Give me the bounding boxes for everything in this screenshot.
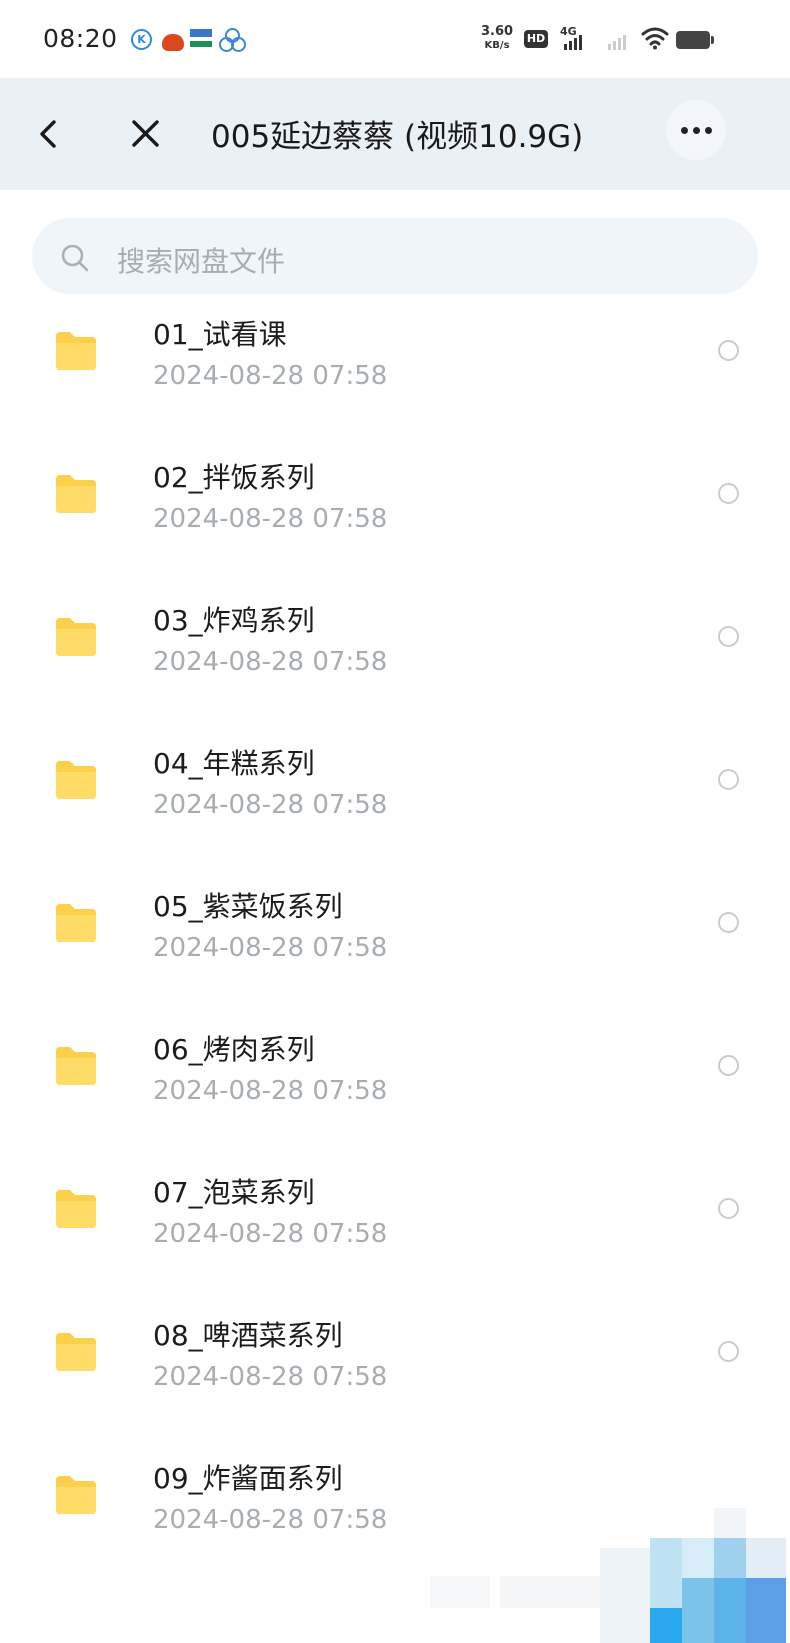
back-button[interactable] (28, 108, 76, 160)
file-date: 2024-08-28 07:58 (153, 647, 388, 677)
rings-app-icon (219, 28, 246, 52)
file-name: 02_拌饭系列 (153, 461, 315, 494)
battery-icon (676, 31, 714, 49)
folder-icon (56, 1190, 96, 1228)
search-placeholder: 搜索网盘文件 (117, 245, 286, 278)
cell-signal-icon (564, 32, 582, 50)
select-radio[interactable] (718, 769, 739, 790)
network-speed-value: 3.60 (481, 24, 514, 39)
file-name: 03_炸鸡系列 (153, 604, 315, 637)
file-name: 07_泡菜系列 (153, 1176, 315, 1209)
network-speed: 3.60 KB/s (481, 25, 513, 53)
wifi-icon (641, 27, 669, 50)
hd-voice-icon: HD (524, 30, 548, 48)
file-name: 05_紫菜饭系列 (153, 890, 343, 923)
chevron-left-icon (40, 120, 56, 148)
title-bar: 005延边蔡蔡 (视频10.9G) (0, 78, 790, 190)
select-radio[interactable] (718, 340, 739, 361)
list-item[interactable]: 03_炸鸡系列 2024-08-28 07:58 (0, 586, 790, 736)
folder-icon (56, 904, 96, 942)
select-radio[interactable] (718, 626, 739, 647)
cooking-pot-icon (162, 34, 184, 51)
status-time: 08:20 (43, 24, 118, 53)
file-name: 01_试看课 (153, 318, 287, 351)
list-item[interactable]: 04_年糕系列 2024-08-28 07:58 (0, 729, 790, 879)
status-bar: 08:20 K 3.60 KB/s HD 4G (0, 0, 790, 78)
network-speed-unit: KB/s (484, 40, 510, 51)
more-options-button[interactable] (666, 100, 726, 160)
search-icon (61, 244, 89, 272)
page-title: 005延边蔡蔡 (视频10.9G) (211, 119, 584, 155)
list-item[interactable]: 08_啤酒菜系列 2024-08-28 07:58 (0, 1301, 790, 1451)
file-name: 08_啤酒菜系列 (153, 1319, 343, 1352)
folder-icon (56, 332, 96, 370)
file-date: 2024-08-28 07:58 (153, 933, 388, 963)
folder-icon (56, 761, 96, 799)
file-name: 06_烤肉系列 (153, 1033, 315, 1066)
list-item[interactable]: 07_泡菜系列 2024-08-28 07:58 (0, 1158, 790, 1308)
folder-icon (56, 1476, 96, 1514)
select-radio[interactable] (718, 1198, 739, 1219)
select-radio[interactable] (718, 483, 739, 504)
k-app-icon: K (131, 29, 152, 50)
folder-icon (56, 1047, 96, 1085)
list-item[interactable]: 05_紫菜饭系列 2024-08-28 07:58 (0, 872, 790, 1022)
list-item[interactable]: 01_试看课 2024-08-28 07:58 (0, 300, 790, 450)
close-icon (132, 120, 159, 147)
boat-app-icon (190, 29, 212, 47)
select-radio[interactable] (718, 1341, 739, 1362)
folder-icon (56, 1333, 96, 1371)
file-date: 2024-08-28 07:58 (153, 790, 388, 820)
folder-icon (56, 475, 96, 513)
folder-icon (56, 618, 96, 656)
file-date: 2024-08-28 07:58 (153, 1219, 388, 1249)
file-date: 2024-08-28 07:58 (153, 1362, 388, 1392)
select-radio[interactable] (718, 1055, 739, 1076)
pixelated-overlay (420, 1508, 790, 1643)
file-name: 09_炸酱面系列 (153, 1462, 343, 1495)
close-button[interactable] (121, 108, 171, 160)
list-item[interactable]: 06_烤肉系列 2024-08-28 07:58 (0, 1015, 790, 1165)
file-date: 2024-08-28 07:58 (153, 504, 388, 534)
list-item[interactable]: 02_拌饭系列 2024-08-28 07:58 (0, 443, 790, 593)
file-name: 04_年糕系列 (153, 747, 315, 780)
file-list: 01_试看课 2024-08-28 07:58 02_拌饭系列 2024-08-… (0, 300, 790, 1643)
cell-signal-secondary-icon (608, 32, 626, 50)
file-date: 2024-08-28 07:58 (153, 1076, 388, 1106)
file-date: 2024-08-28 07:58 (153, 1505, 388, 1535)
file-date: 2024-08-28 07:58 (153, 361, 388, 391)
select-radio[interactable] (718, 912, 739, 933)
